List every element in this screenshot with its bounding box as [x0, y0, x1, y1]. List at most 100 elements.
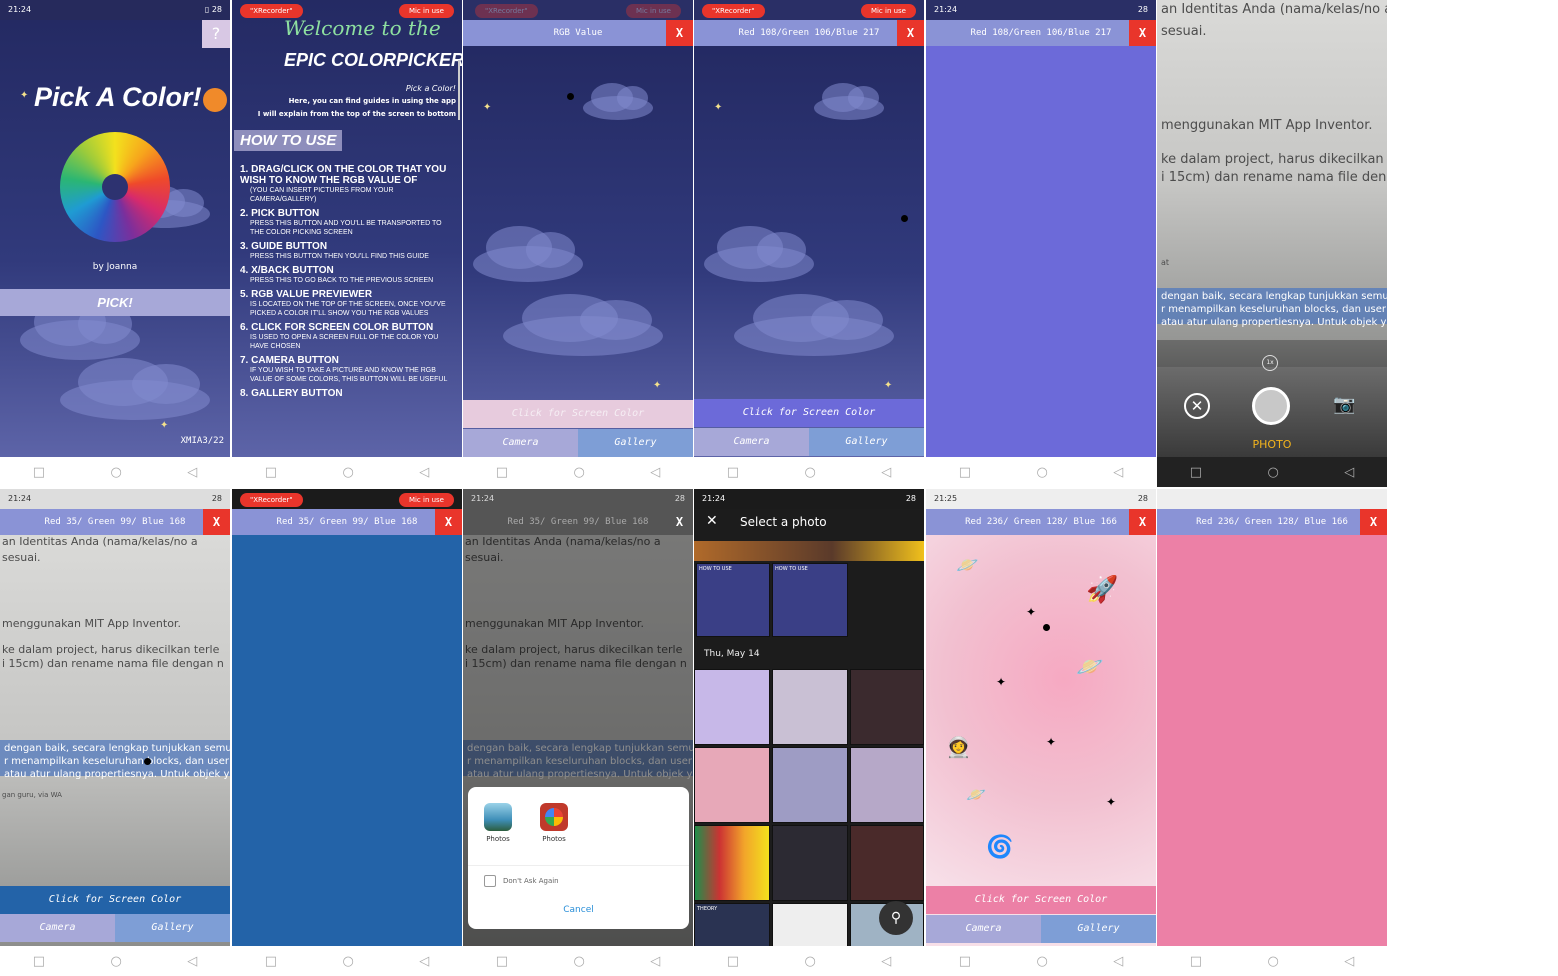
back-icon[interactable]: ◁ — [1344, 954, 1354, 969]
zoom-in-icon[interactable]: ⚲ — [879, 901, 913, 935]
back-icon[interactable]: ◁ — [419, 954, 429, 969]
home-icon[interactable]: ○ — [804, 954, 815, 969]
home-icon[interactable]: ○ — [1036, 465, 1047, 480]
gallery-button[interactable]: Gallery — [578, 429, 693, 457]
back-icon[interactable]: ◁ — [1344, 465, 1354, 480]
photo-thumbnail[interactable]: HOW TO USE — [696, 563, 770, 637]
picker-dot[interactable] — [1043, 624, 1050, 631]
photo-thumbnail[interactable] — [772, 747, 848, 823]
recents-icon[interactable]: □ — [959, 465, 971, 480]
camera-button[interactable]: Camera — [926, 915, 1041, 943]
shutter-button[interactable] — [1252, 387, 1290, 425]
close-icon[interactable]: ✕ — [706, 513, 718, 529]
close-button[interactable]: X — [897, 20, 924, 46]
close-button[interactable]: X — [1129, 509, 1156, 535]
photos-app-option[interactable]: Photos — [480, 803, 516, 843]
photo-thumbnail[interactable] — [850, 747, 924, 823]
back-icon[interactable]: ◁ — [650, 954, 660, 969]
home-icon[interactable]: ○ — [1267, 954, 1278, 969]
close-button[interactable]: X — [666, 509, 693, 535]
photo-thumbnail[interactable] — [850, 669, 924, 745]
home-icon[interactable]: ○ — [342, 954, 353, 969]
back-icon[interactable]: ◁ — [881, 954, 891, 969]
recents-icon[interactable]: □ — [265, 954, 277, 969]
camera-button[interactable]: Camera — [0, 914, 115, 942]
photo-thumbnail[interactable] — [694, 747, 770, 823]
android-nav-bar: □ ○ ◁ — [926, 457, 1156, 487]
picker-canvas[interactable]: 🪐 🚀 🪐 👩‍🚀 🪐 ✦ ✦ ✦ ✦ 🌀 — [926, 535, 1156, 946]
picker-canvas[interactable]: ✦ ✦ — [463, 46, 693, 457]
recents-icon[interactable]: □ — [496, 954, 508, 969]
battery-icon: ▯ 28 — [204, 5, 222, 14]
dont-ask-checkbox[interactable] — [484, 875, 496, 887]
home-icon[interactable]: ○ — [1267, 465, 1278, 480]
recents-icon[interactable]: □ — [33, 954, 45, 969]
picker-dot[interactable] — [567, 93, 574, 100]
scrollbar[interactable] — [458, 60, 460, 120]
cancel-button[interactable]: Cancel — [468, 905, 689, 915]
switch-camera-icon[interactable]: 📷 — [1333, 394, 1355, 415]
gallery-button[interactable]: Gallery — [115, 914, 230, 942]
pick-hint: Pick a Color! — [405, 84, 456, 93]
recents-icon[interactable]: □ — [496, 465, 508, 480]
camera-button[interactable]: Camera — [694, 428, 809, 456]
back-icon[interactable]: ◁ — [187, 954, 197, 969]
back-icon[interactable]: ◁ — [881, 465, 891, 480]
screen-color-button[interactable]: Click for Screen Color — [694, 399, 924, 427]
recents-icon[interactable]: □ — [1190, 465, 1202, 480]
photo-thumbnail[interactable] — [694, 669, 770, 745]
photo-thumbnail[interactable] — [694, 825, 770, 901]
picker-dot[interactable] — [144, 758, 151, 765]
zoom-button[interactable]: 1x — [1262, 355, 1278, 371]
home-icon[interactable]: ○ — [110, 465, 121, 480]
recents-icon[interactable]: □ — [727, 465, 739, 480]
close-button[interactable]: X — [203, 509, 230, 535]
status-bar — [1157, 489, 1387, 509]
intro-line-2: I will explain from the top of the scree… — [257, 110, 456, 118]
recents-icon[interactable]: □ — [265, 465, 277, 480]
google-photos-option[interactable]: Photos — [536, 803, 572, 843]
home-icon[interactable]: ○ — [342, 465, 353, 480]
recents-icon[interactable]: □ — [727, 954, 739, 969]
close-button[interactable]: X — [1360, 509, 1387, 535]
recents-icon[interactable]: □ — [959, 954, 971, 969]
back-icon[interactable]: ◁ — [1113, 954, 1123, 969]
photo-thumbnail[interactable] — [772, 825, 848, 901]
solid-color-fill — [1157, 535, 1387, 946]
intro-line-1: Here, you can find guides in using the a… — [288, 97, 456, 105]
close-button[interactable]: X — [1129, 20, 1156, 46]
rgb-value-bar: Red 35/ Green 99/ Blue 168 X — [0, 509, 230, 535]
back-icon[interactable]: ◁ — [650, 465, 660, 480]
home-icon[interactable]: ○ — [1036, 954, 1047, 969]
recents-icon[interactable]: □ — [33, 465, 45, 480]
close-button[interactable]: X — [666, 20, 693, 46]
photo-thumbnail[interactable] — [772, 903, 848, 947]
screen-color-button[interactable]: Click for Screen Color — [926, 886, 1156, 914]
screen-color-button[interactable]: Click for Screen Color — [0, 886, 230, 914]
photo-thumbnail[interactable]: HOW TO USE — [772, 563, 848, 637]
home-icon[interactable]: ○ — [573, 465, 584, 480]
back-icon[interactable]: ◁ — [419, 465, 429, 480]
home-icon[interactable]: ○ — [573, 954, 584, 969]
home-icon[interactable]: ○ — [110, 954, 121, 969]
picker-canvas[interactable]: an Identitas Anda (nama/kelas/no a sesua… — [0, 535, 230, 946]
picker-dot[interactable] — [901, 215, 908, 222]
gallery-button[interactable]: Gallery — [1041, 915, 1156, 943]
gallery-button[interactable]: Gallery — [809, 428, 924, 456]
back-icon[interactable]: ◁ — [1113, 465, 1123, 480]
close-camera-icon[interactable]: ✕ — [1184, 393, 1210, 419]
back-icon[interactable]: ◁ — [187, 465, 197, 480]
recents-icon[interactable]: □ — [1190, 954, 1202, 969]
photo-thumbnail[interactable] — [850, 825, 924, 901]
screen-color-button[interactable]: Click for Screen Color — [463, 400, 693, 428]
pick-button[interactable]: PICK! — [0, 289, 230, 316]
help-button[interactable]: ? — [202, 20, 230, 48]
photo-thumbnail[interactable] — [772, 669, 848, 745]
home-icon[interactable]: ○ — [804, 465, 815, 480]
close-button[interactable]: X — [435, 509, 462, 535]
picker-canvas[interactable]: ✦ ✦ — [694, 46, 924, 457]
photo-thumbnail[interactable]: THEORY — [694, 903, 770, 947]
phone-screen-color-dark-blue: "XRecorder" Mic in use Red 35/ Green 99/… — [232, 489, 462, 976]
camera-button[interactable]: Camera — [463, 429, 578, 457]
phone-picker-pink: 21:25 28 🪐 🚀 🪐 👩‍🚀 🪐 ✦ ✦ ✦ ✦ 🌀 Red 236/ G… — [926, 489, 1156, 976]
